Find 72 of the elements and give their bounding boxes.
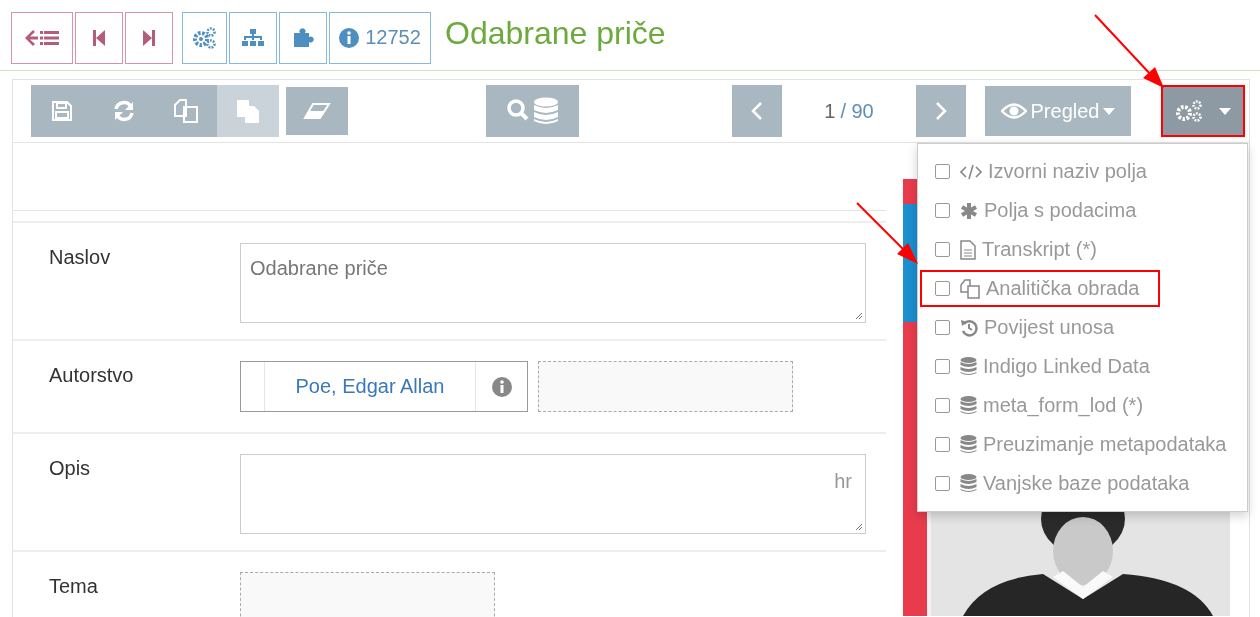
checkbox[interactable] <box>935 320 950 335</box>
last-record-button[interactable] <box>125 11 173 64</box>
back-to-list-button[interactable] <box>11 11 73 64</box>
checkbox[interactable] <box>935 242 950 257</box>
language-code: hr <box>834 470 852 493</box>
eraser-icon <box>303 102 331 120</box>
copy-button[interactable] <box>155 85 217 137</box>
code-icon <box>960 163 982 180</box>
search-database-icon <box>504 96 561 126</box>
copy-icon <box>173 98 199 124</box>
first-record-button[interactable] <box>75 11 123 64</box>
search-database-button[interactable] <box>486 85 579 137</box>
checkbox[interactable] <box>935 398 950 413</box>
gears-icon <box>1175 99 1205 123</box>
database-icon <box>960 474 977 493</box>
annotation-arrow <box>856 202 918 264</box>
menu-item[interactable]: Izvorni naziv polja <box>922 153 1154 190</box>
menu-item[interactable]: Preuzimanje metapodataka <box>922 426 1233 463</box>
gears-icon <box>192 26 217 49</box>
field-text: Odabrane priče <box>250 257 388 280</box>
caret-icon <box>1103 107 1116 115</box>
hierarchy-button[interactable] <box>229 11 277 64</box>
menu-item[interactable]: meta_form_lod (*) <box>922 387 1154 424</box>
checkbox[interactable] <box>935 437 950 452</box>
last-icon <box>142 28 156 47</box>
save-icon <box>51 100 73 122</box>
page-counter: 1 / 90 <box>823 98 875 124</box>
asterisk-icon <box>960 201 978 220</box>
checkbox[interactable] <box>935 203 950 218</box>
drop-zone[interactable] <box>538 361 793 412</box>
copy-icon <box>960 278 980 299</box>
menu-item[interactable]: Indigo Linked Data <box>922 348 1156 385</box>
info-icon[interactable] <box>491 376 512 397</box>
menu-item[interactable]: Povijest unosa <box>922 309 1154 346</box>
database-icon <box>960 435 977 454</box>
field-label: Tema <box>49 574 99 599</box>
field-label: Autorstvo <box>49 363 135 388</box>
settings-dropdown-button[interactable] <box>1161 85 1245 137</box>
eraser-button[interactable] <box>286 87 348 135</box>
puzzle-button[interactable] <box>279 11 327 64</box>
database-icon <box>960 396 977 415</box>
refresh-icon <box>112 100 136 122</box>
puzzle-icon <box>292 26 314 49</box>
checkbox[interactable] <box>935 359 950 374</box>
page-title: Odabrane priče <box>445 15 666 52</box>
save-button[interactable] <box>31 85 93 137</box>
settings-button[interactable] <box>182 11 227 64</box>
menu-item[interactable]: Vanjske baze podataka <box>922 465 1196 502</box>
record-id-button[interactable]: 12752 <box>329 11 431 64</box>
first-icon <box>92 28 106 47</box>
checkbox[interactable] <box>935 476 950 491</box>
resize-handle-icon[interactable] <box>855 523 863 531</box>
menu-item[interactable]: Transkript (*) <box>922 231 1154 268</box>
view-dropdown-button[interactable]: Pregled <box>985 86 1131 136</box>
checkbox[interactable] <box>935 164 950 179</box>
document-icon <box>960 239 976 260</box>
chevron-right-icon <box>935 101 947 121</box>
checkbox[interactable] <box>935 281 950 296</box>
caret-icon <box>1219 107 1231 115</box>
field-label: Naslov <box>49 245 112 270</box>
menu-item[interactable]: Analitička obrada <box>920 270 1160 307</box>
menu-item[interactable]: Polja s podacima <box>922 192 1154 229</box>
info-icon <box>339 27 360 48</box>
database-icon <box>960 357 977 376</box>
resize-handle-icon[interactable] <box>855 312 863 320</box>
paste-icon <box>235 98 261 124</box>
chevron-left-icon <box>751 101 763 121</box>
hierarchy-icon <box>242 27 264 48</box>
eye-icon <box>1000 102 1027 120</box>
history-icon <box>960 318 978 337</box>
back-list-icon <box>23 27 61 48</box>
field-label: Opis <box>49 456 92 481</box>
